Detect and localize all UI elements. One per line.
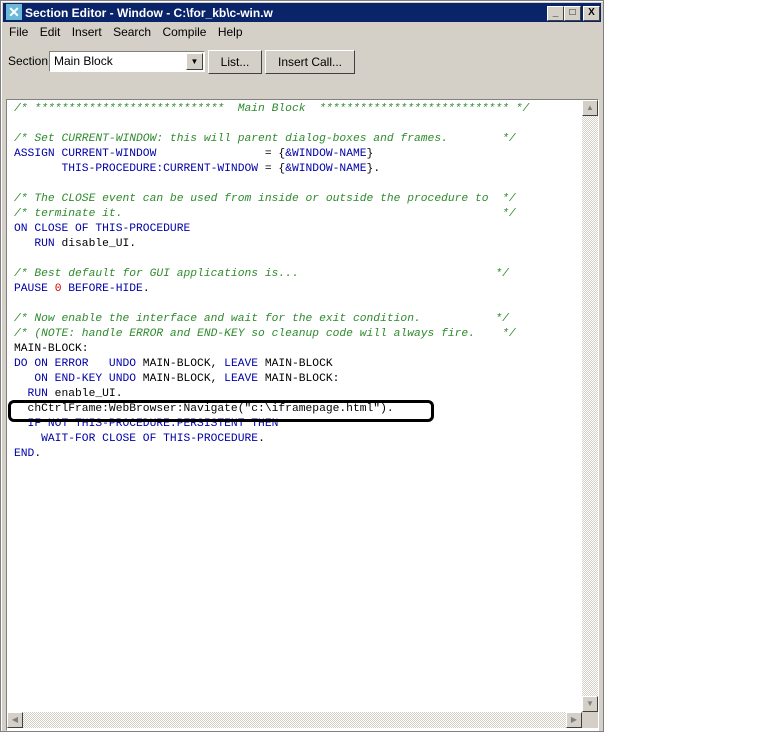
code-keyword: ON CLOSE OF THIS-PROCEDURE [14,223,191,235]
code-keyword: ASSIGN CURRENT-WINDOW [14,148,157,160]
code-keyword: DO ON ERROR UNDO [14,358,137,370]
code-keyword: RUN [14,238,55,250]
menu-bar: File Edit Insert Search Compile Help [5,25,247,39]
code-keyword: RUN [14,388,48,400]
code-text-segment: = { [156,148,286,160]
code-text-segment: } [366,148,374,160]
code-comment: /* terminate it. */ [14,208,516,220]
code-text-segment: MAIN-BLOCK, [136,373,225,385]
code-text-segment: . [142,283,150,295]
code-line: /* Best default for GUI applications is.… [14,267,529,282]
code-keyword: &WINDOW-NAME [285,163,367,175]
code-line: /* (NOTE: handle ERROR and END-KEY so cl… [14,327,529,342]
code-line: /* Now enable the interface and wait for… [14,312,529,327]
code-text-segment: MAIN-BLOCK [258,358,333,370]
resize-grip-icon[interactable] [582,712,598,728]
code-comment: /* The CLOSE event can be used from insi… [14,193,516,205]
chevron-down-icon[interactable]: ▼ [186,53,203,70]
maximize-button[interactable]: □ [564,6,581,21]
title-bar: ✕ Section Editor - Window - C:\for_kb\c-… [3,3,601,22]
code-text-segment: MAIN-BLOCK, [136,358,225,370]
section-combobox[interactable]: Main Block ▼ [49,51,205,72]
code-keyword: THIS-PROCEDURE:CURRENT-WINDOW [14,163,259,175]
code-line: /* **************************** Main Blo… [14,102,529,117]
code-line: ON CLOSE OF THIS-PROCEDURE [14,222,529,237]
code-text-segment: . [34,448,42,460]
code-line: ON END-KEY UNDO MAIN-BLOCK, LEAVE MAIN-B… [14,372,529,387]
code-keyword: WAIT-FOR CLOSE OF THIS-PROCEDURE [14,433,259,445]
code-comment: /* Now enable the interface and wait for… [14,313,509,325]
code-line: /* terminate it. */ [14,207,529,222]
code-text-segment: }. [366,163,381,175]
app-icon: ✕ [6,4,22,20]
code-line: THIS-PROCEDURE:CURRENT-WINDOW = {&WINDOW… [14,162,529,177]
section-editor-window: ✕ Section Editor - Window - C:\for_kb\c-… [0,0,604,732]
code-keyword: ON END-KEY UNDO [14,373,137,385]
insert-call-button[interactable]: Insert Call... [265,50,355,74]
code-keyword: LEAVE [224,358,259,370]
code-line: MAIN-BLOCK: [14,342,529,357]
highlight-annotation [8,400,434,422]
scroll-down-icon[interactable]: ▼ [582,696,598,712]
code-line: PAUSE 0 BEFORE-HIDE. [14,282,529,297]
menu-search[interactable]: Search [113,25,151,39]
code-text-segment: . [258,433,265,445]
code-line: /* The CLOSE event can be used from insi… [14,192,529,207]
menu-compile[interactable]: Compile [162,25,206,39]
code-keyword: &WINDOW-NAME [285,148,367,160]
close-button[interactable]: X [583,6,600,21]
code-comment: /* Set CURRENT-WINDOW: this will parent … [14,133,516,145]
code-text-segment: disable_UI. [54,238,137,250]
code-line: RUN disable_UI. [14,237,529,252]
scroll-right-icon[interactable]: ▶ [566,712,582,728]
code-line: ASSIGN CURRENT-WINDOW = {&WINDOW-NAME} [14,147,529,162]
code-comment: /* (NOTE: handle ERROR and END-KEY so cl… [14,328,516,340]
code-text-segment: MAIN-BLOCK: [258,373,340,385]
code-text-segment: MAIN-BLOCK: [14,343,89,355]
vertical-scrollbar[interactable]: ▲ ▼ [582,100,598,712]
menu-insert[interactable]: Insert [72,25,102,39]
window-title: Section Editor - Window - C:\for_kb\c-wi… [25,6,273,20]
code-keyword: END [14,448,35,460]
minimize-button[interactable]: _ [547,6,564,21]
menu-edit[interactable]: Edit [40,25,61,39]
list-button[interactable]: List... [208,50,262,74]
code-text-segment: enable_UI. [47,388,123,400]
section-label: Section: [8,54,52,68]
scroll-up-icon[interactable]: ▲ [582,100,598,116]
code-keyword: LEAVE [224,373,259,385]
code-line: DO ON ERROR UNDO MAIN-BLOCK, LEAVE MAIN-… [14,357,529,372]
menu-file[interactable]: File [9,25,28,39]
menu-help[interactable]: Help [218,25,243,39]
code-comment: /* **************************** Main Blo… [14,103,530,115]
code-line: END. [14,447,529,462]
code-comment: /* Best default for GUI applications is.… [14,268,509,280]
code-line: /* Set CURRENT-WINDOW: this will parent … [14,132,529,147]
section-value: Main Block [54,54,113,68]
code-text-segment: = { [258,163,286,175]
code-keyword: BEFORE-HIDE [61,283,143,295]
code-line: WAIT-FOR CLOSE OF THIS-PROCEDURE. [14,432,529,447]
code-keyword: PAUSE [14,283,55,295]
scroll-left-icon[interactable]: ◀ [7,712,23,728]
horizontal-scrollbar[interactable]: ◀ ▶ [7,712,582,728]
